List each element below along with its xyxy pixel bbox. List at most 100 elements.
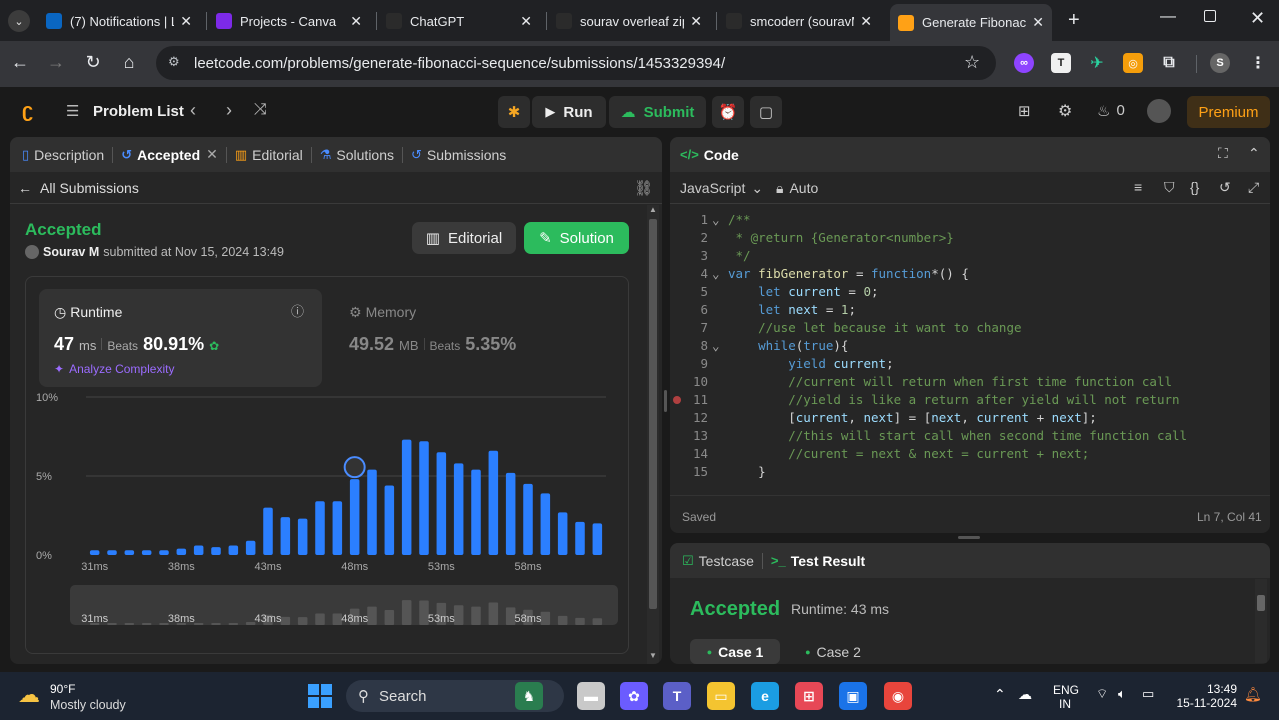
braces-icon[interactable]: {} [1190,179,1199,195]
run-button[interactable]: ▶ Run [532,96,606,128]
tab-description[interactable]: ▯ Description [10,147,112,163]
profile-avatar[interactable]: S [1210,53,1230,73]
weather-desc[interactable]: Mostly cloudy [50,698,126,712]
code-line[interactable]: 8 while(true){⌄ [670,338,1270,356]
leetcode-logo-icon[interactable]: ʗ [22,100,33,123]
browser-tab-6[interactable]: Generate Fibonacc ✕ [890,4,1052,41]
collapse-icon[interactable]: ⌃ [1248,145,1260,162]
extension-orange-icon[interactable]: ◎ [1123,53,1143,73]
layout-grid-icon[interactable]: ⊞ [1018,102,1031,120]
extension-purple-icon[interactable]: ∞ [1014,53,1034,73]
widgets-icon[interactable]: ♞ [515,682,543,710]
code-line[interactable]: 2 * @return {Generator<number>} [670,230,1270,248]
distribution-bar[interactable] [141,550,152,555]
browser-menu-icon[interactable]: ⋮ [1248,53,1268,73]
code-line[interactable]: 13 //this will start call when second ti… [670,428,1270,446]
volume-icon[interactable]: 🔈︎ [1118,686,1126,702]
info-icon[interactable]: ⓘ [291,301,304,320]
code-line[interactable]: 1 /** ⌄ [670,212,1270,230]
ms-store-icon[interactable]: ⊞ [795,682,823,710]
minimize-icon[interactable]: — [1160,8,1176,26]
tab-solutions[interactable]: ⚗ Solutions [312,147,402,163]
distribution-bar[interactable] [436,452,447,555]
shuffle-icon[interactable]: ⤨ [254,101,267,119]
home-icon[interactable]: ⌂ [117,52,141,73]
panel-resize-handle[interactable] [664,390,667,412]
submitter-name[interactable]: Sourav M [43,245,99,259]
restore-icon[interactable] [1204,10,1216,22]
file-explorer-icon[interactable]: ▭ [707,682,735,710]
code-line[interactable]: 3 */ [670,248,1270,266]
language-indicator[interactable]: ENG IN [1053,683,1079,711]
back-icon[interactable]: ← [8,52,32,73]
new-tab-button[interactable]: + [1068,9,1080,32]
teams-icon[interactable]: T [663,682,691,710]
browser-tab-1[interactable]: (7) Notifications | L ✕ [38,6,200,36]
windows-start-icon[interactable] [308,684,332,708]
tab-testcase[interactable]: ☑ Testcase [670,553,762,569]
code-line[interactable]: 15 } [670,464,1270,482]
distribution-bar[interactable] [297,518,308,555]
maximize-icon[interactable]: ⛶ [1218,145,1228,162]
code-line[interactable]: 4 var fibGenerator = function*() {⌄ [670,266,1270,284]
extension-green-icon[interactable]: ✈ [1087,53,1107,73]
distribution-bar[interactable] [592,523,603,555]
debug-icon[interactable]: ✱ [498,96,530,128]
battery-icon[interactable]: ▭ [1142,686,1154,702]
site-info-icon[interactable]: ⚙ [168,54,180,70]
fold-chevron-icon[interactable]: ⌄ [712,338,720,353]
analyze-complexity-link[interactable]: ✦ Analyze Complexity [54,362,174,376]
browser-tab-2[interactable]: Projects - Canva ✕ [208,6,370,36]
scroll-down-icon[interactable]: ▼ [649,651,657,660]
tab-submissions[interactable]: ↺ Submissions [403,147,514,163]
memory-heading[interactable]: ⚙ Memory [349,304,416,321]
close-tab-icon[interactable]: ✕ [206,146,218,163]
distribution-bar[interactable] [557,512,568,555]
distribution-bar[interactable] [505,472,516,555]
bookmark-star-icon[interactable]: ☆ [964,52,980,73]
close-tab-icon[interactable]: ✕ [350,13,362,30]
left-scrollbar-thumb[interactable] [649,219,657,609]
distribution-bar[interactable] [332,501,343,555]
format-icon[interactable]: ≡ [1134,179,1142,195]
runtime-box[interactable]: ◷ Runtime ⓘ 47 ms Beats 80.91% ✿ ✦ Analy… [39,289,322,387]
reset-icon[interactable]: ↺ [1219,179,1231,196]
solution-button[interactable]: ✎ Solution [524,222,629,254]
expand-icon[interactable]: ⤢ [1248,179,1259,196]
notes-icon[interactable]: ▢ [750,96,782,128]
premium-button[interactable]: Premium [1187,96,1270,128]
fold-chevron-icon[interactable]: ⌄ [712,266,720,281]
case-1-tab[interactable]: ● Case 1 [690,639,780,664]
tab-accepted[interactable]: ↺ Accepted ✕ [113,146,226,163]
tab-code[interactable]: </> Code [670,147,747,163]
bookmark-icon[interactable]: ⛉ [1164,179,1175,196]
code-line[interactable]: 7 //use let because it want to change [670,320,1270,338]
distribution-bar[interactable] [575,521,585,555]
distribution-bar[interactable] [523,483,533,555]
distribution-bar[interactable] [107,550,117,555]
edge-browser-icon[interactable]: e [751,682,779,710]
distribution-bar[interactable] [349,479,360,555]
distribution-bar[interactable] [176,548,187,555]
code-line[interactable]: 11 //yield is like a return after yield … [670,392,1270,410]
distribution-bar[interactable] [280,517,291,555]
extension-t-icon[interactable]: T [1051,53,1071,73]
close-tab-icon[interactable]: ✕ [690,13,702,30]
distribution-bar[interactable] [471,469,481,555]
code-line[interactable]: 5 let current = 0; [670,284,1270,302]
clock[interactable]: 13:49 15-11-2024 [1170,682,1238,710]
distribution-bar[interactable] [124,550,135,555]
case-2-tab[interactable]: ● Case 2 [788,639,878,664]
settings-gear-icon[interactable]: ⚙ [1058,101,1072,121]
coins-counter[interactable]: ♨ 0 [1097,102,1125,120]
code-line[interactable]: 6 let next = 1; [670,302,1270,320]
left-scrollbar-track[interactable]: ▲ ▼ [647,205,659,664]
distribution-bar[interactable] [159,550,169,555]
distribution-bar[interactable] [193,545,204,555]
distribution-bar[interactable] [540,493,551,555]
distribution-bar[interactable] [89,550,100,555]
onedrive-icon[interactable]: ☁ [1018,686,1032,703]
chrome-icon[interactable]: ◉ [884,682,912,710]
weather-temp[interactable]: 90°F [50,682,75,696]
distribution-bar[interactable] [228,545,239,555]
